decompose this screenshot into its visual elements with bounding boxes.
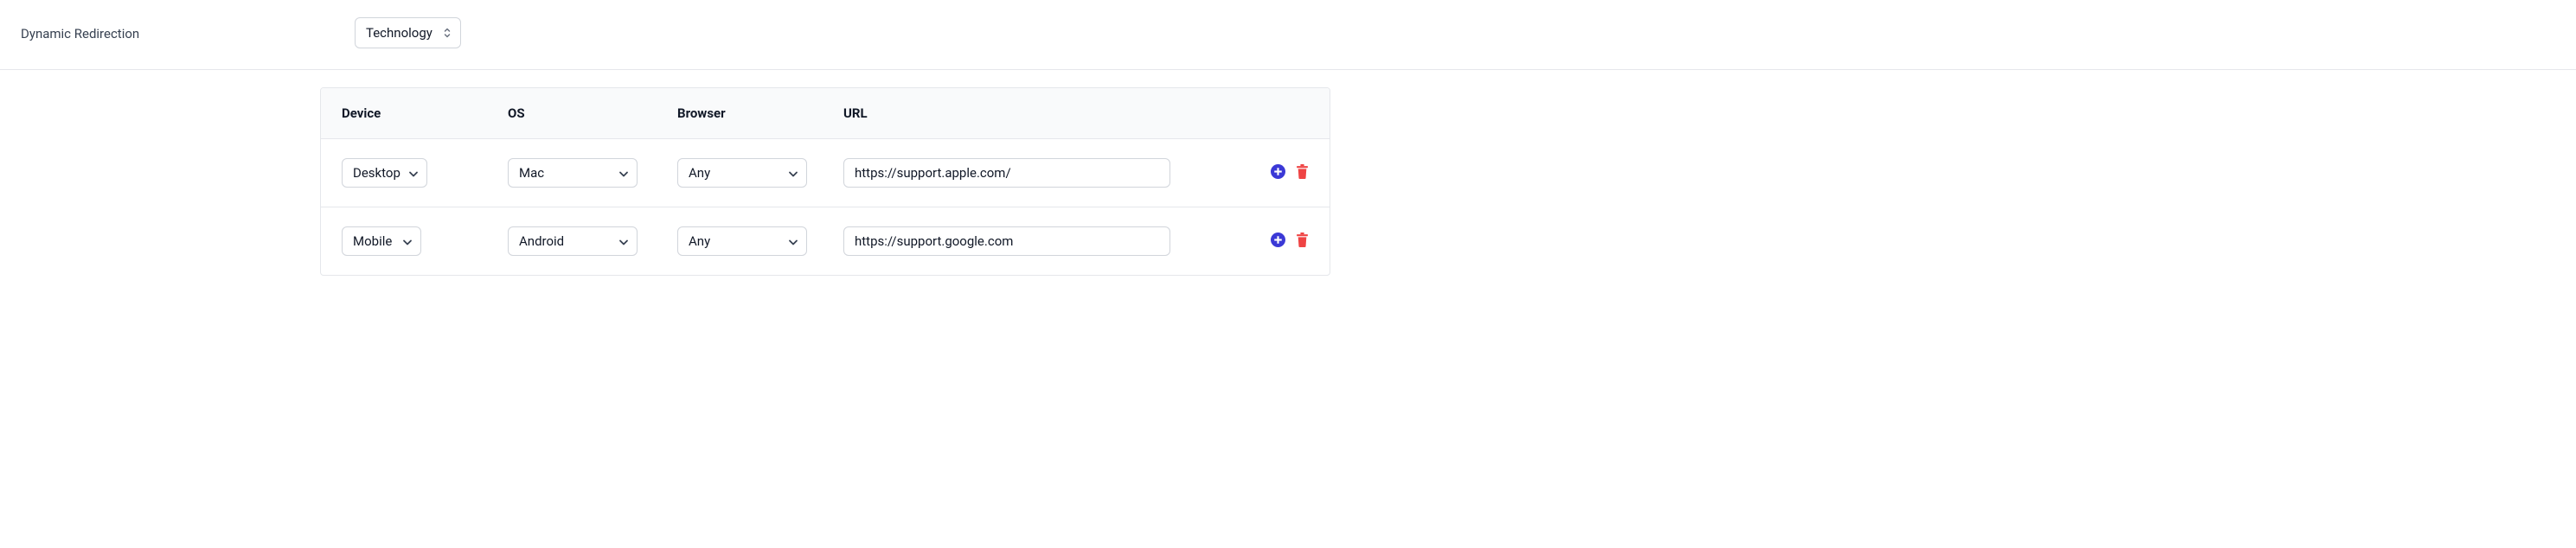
chevron-down-icon (408, 165, 419, 182)
add-row-button[interactable] (1271, 164, 1285, 182)
add-row-button[interactable] (1271, 233, 1285, 250)
url-input[interactable] (843, 226, 1170, 256)
header-browser: Browser (677, 105, 843, 121)
trash-icon (1296, 233, 1309, 250)
section-title: Dynamic Redirection (21, 26, 139, 41)
chevron-down-icon (788, 165, 798, 182)
browser-select-value: Any (689, 233, 710, 249)
browser-select[interactable]: Any (677, 158, 807, 188)
delete-row-button[interactable] (1296, 233, 1309, 250)
chevron-down-icon (402, 233, 413, 250)
device-select-value: Desktop (353, 165, 400, 181)
table-row: Desktop Mac (321, 139, 1330, 207)
header-url: URL (843, 105, 1234, 121)
os-select[interactable]: Android (508, 226, 638, 256)
device-select[interactable]: Desktop (342, 158, 427, 188)
os-select-value: Android (519, 233, 564, 249)
os-select[interactable]: Mac (508, 158, 638, 188)
header-os: OS (508, 105, 677, 121)
os-select-value: Mac (519, 165, 544, 181)
select-updown-icon (443, 27, 452, 39)
redirection-table: Device OS Browser URL Desktop (320, 87, 1330, 276)
mode-select-value: Technology (366, 25, 433, 41)
plus-circle-icon (1271, 233, 1285, 250)
chevron-down-icon (788, 233, 798, 250)
device-select-value: Mobile (353, 233, 392, 249)
chevron-down-icon (618, 233, 629, 250)
table-row: Mobile Android (321, 207, 1330, 275)
plus-circle-icon (1271, 164, 1285, 182)
mode-select[interactable]: Technology (355, 17, 461, 48)
dynamic-redirection-header: Dynamic Redirection Technology (0, 0, 2576, 70)
device-select[interactable]: Mobile (342, 226, 421, 256)
browser-select-value: Any (689, 165, 710, 181)
browser-select[interactable]: Any (677, 226, 807, 256)
trash-icon (1296, 164, 1309, 182)
chevron-down-icon (618, 165, 629, 182)
header-actions (1234, 105, 1309, 121)
delete-row-button[interactable] (1296, 164, 1309, 182)
header-device: Device (342, 105, 508, 121)
url-input[interactable] (843, 158, 1170, 188)
table-header-row: Device OS Browser URL (321, 88, 1330, 139)
